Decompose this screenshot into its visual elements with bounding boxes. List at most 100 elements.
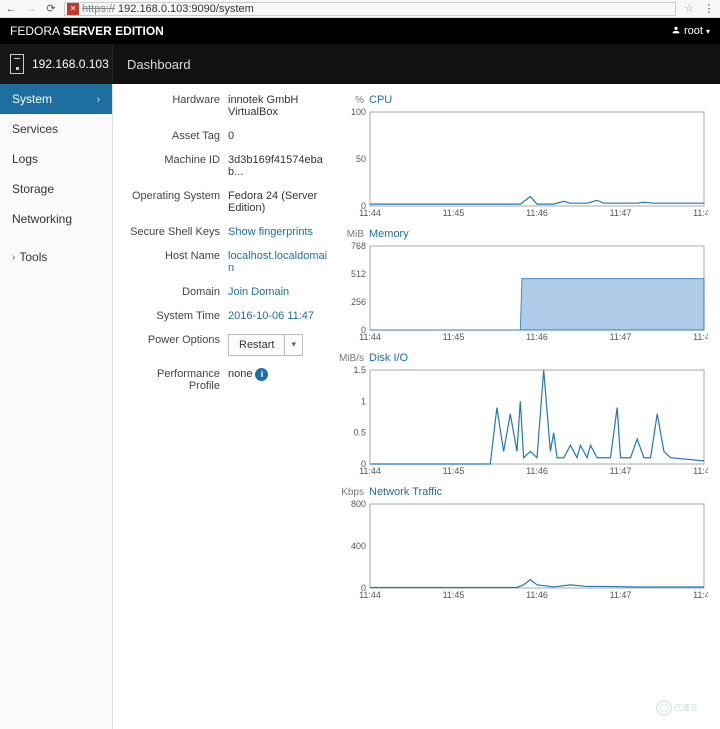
info-value: innotek GmbH VirtualBox: [228, 94, 328, 118]
svg-text:11:46: 11:46: [526, 466, 548, 476]
svg-text:11:45: 11:45: [443, 332, 465, 342]
chart-cpu: %CPU05010011:4411:4511:4611:4711:48: [338, 94, 708, 218]
info-value[interactable]: 2016-10-06 11:47: [228, 310, 328, 322]
chart-unit: MiB: [338, 229, 364, 240]
info-value[interactable]: Show fingerprints: [228, 226, 328, 238]
svg-text:11:47: 11:47: [610, 208, 632, 218]
host-label: 192.168.0.103: [32, 57, 109, 71]
chevron-down-icon[interactable]: ▾: [285, 335, 302, 355]
host-selector[interactable]: 192.168.0.103: [0, 44, 113, 84]
dashboard-tab[interactable]: Dashboard: [113, 44, 191, 84]
server-icon: [10, 54, 24, 74]
svg-text:50: 50: [356, 154, 366, 164]
chart-unit: MiB/s: [338, 353, 364, 364]
sidebar-item-label: Networking: [12, 212, 72, 226]
sidebar-item-networking[interactable]: Networking: [0, 204, 112, 234]
sidebar-item-storage[interactable]: Storage: [0, 174, 112, 204]
svg-text:11:46: 11:46: [526, 208, 548, 218]
info-label: Domain: [123, 286, 228, 298]
info-row: Secure Shell KeysShow fingerprints: [123, 226, 328, 238]
menu-icon[interactable]: ⋮: [702, 2, 716, 16]
svg-text:亿速云: 亿速云: [674, 703, 698, 713]
sidebar-item-label: Services: [12, 122, 58, 136]
svg-text:11:45: 11:45: [443, 590, 465, 600]
info-value[interactable]: localhost.localdomain: [228, 250, 328, 274]
forward-icon[interactable]: →: [24, 2, 38, 16]
svg-text:0.5: 0.5: [353, 428, 366, 438]
svg-text:512: 512: [351, 269, 366, 279]
chart-name[interactable]: Disk I/O: [369, 352, 408, 364]
info-label: Asset Tag: [123, 130, 228, 142]
chevron-down-icon: ▾: [706, 27, 710, 36]
sidebar-item-system[interactable]: System ›: [0, 84, 112, 114]
info-row: Hardwareinnotek GmbH VirtualBox: [123, 94, 328, 118]
sidebar-item-label: Tools: [19, 250, 47, 264]
chart-name[interactable]: Network Traffic: [369, 486, 442, 498]
system-info: Hardwareinnotek GmbH VirtualBoxAsset Tag…: [123, 94, 328, 729]
info-label: Machine ID: [123, 154, 228, 166]
sidebar-item-services[interactable]: Services: [0, 114, 112, 144]
info-row: Machine ID3d3b169f41574ebab...: [123, 154, 328, 178]
info-label: Performance Profile: [123, 368, 228, 392]
svg-text:11:48: 11:48: [693, 466, 708, 476]
svg-text:11:48: 11:48: [693, 208, 708, 218]
info-row: Host Namelocalhost.localdomain: [123, 250, 328, 274]
svg-text:11:47: 11:47: [610, 466, 632, 476]
sidebar-item-logs[interactable]: Logs: [0, 144, 112, 174]
svg-text:768: 768: [351, 242, 366, 251]
svg-text:11:45: 11:45: [443, 466, 465, 476]
info-label: Hardware: [123, 94, 228, 106]
info-label: Operating System: [123, 190, 228, 202]
sidebar-item-label: System: [12, 92, 52, 106]
chart-unit: %: [338, 95, 364, 106]
svg-text:1.5: 1.5: [353, 366, 366, 375]
chart-disk-i-o: MiB/sDisk I/O00.511.511:4411:4511:4611:4…: [338, 352, 708, 476]
top-nav: 192.168.0.103 Dashboard: [0, 44, 720, 84]
url-rest: 192.168.0.103:9090/system: [118, 3, 254, 15]
info-value: 0: [228, 130, 328, 142]
info-row: System Time2016-10-06 11:47: [123, 310, 328, 322]
chart-memory: MiBMemory025651276811:4411:4511:4611:471…: [338, 228, 708, 342]
bookmark-icon[interactable]: ☆: [682, 2, 696, 16]
sidebar-item-label: Logs: [12, 152, 38, 166]
info-label: Host Name: [123, 250, 228, 262]
user-dropdown[interactable]: root ▾: [671, 25, 710, 38]
restart-button[interactable]: Restart▾: [228, 334, 303, 356]
back-icon[interactable]: ←: [4, 2, 18, 16]
svg-text:11:44: 11:44: [359, 590, 381, 600]
info-label: Power Options: [123, 334, 228, 346]
chart-name[interactable]: Memory: [369, 228, 409, 240]
info-value: 3d3b169f41574ebab...: [228, 154, 328, 178]
user-icon: [671, 25, 681, 38]
svg-text:11:45: 11:45: [443, 208, 465, 218]
info-value: Fedora 24 (Server Edition): [228, 190, 328, 214]
svg-text:11:48: 11:48: [693, 332, 708, 342]
charts-column: %CPU05010011:4411:4511:4611:4711:48 MiBM…: [328, 94, 708, 729]
brand-title: FEDORA SERVER EDITION: [10, 24, 164, 38]
svg-text:400: 400: [351, 541, 366, 551]
svg-text:11:46: 11:46: [526, 332, 548, 342]
svg-text:11:44: 11:44: [359, 466, 381, 476]
sidebar-item-tools[interactable]: ›Tools: [0, 242, 112, 272]
url-input[interactable]: ✕ https://192.168.0.103:9090/system: [64, 2, 676, 16]
chart-name[interactable]: CPU: [369, 94, 392, 106]
chevron-right-icon: ›: [97, 94, 100, 105]
sidebar-item-label: Storage: [12, 182, 54, 196]
info-value[interactable]: Join Domain: [228, 286, 328, 298]
info-value: nonei: [228, 368, 328, 381]
reload-icon[interactable]: ⟳: [44, 2, 58, 16]
info-row: Asset Tag0: [123, 130, 328, 142]
chart-network-traffic: KbpsNetwork Traffic040080011:4411:4511:4…: [338, 486, 708, 600]
info-label: Secure Shell Keys: [123, 226, 228, 238]
url-prefix: https://: [82, 3, 115, 15]
svg-text:1: 1: [361, 396, 366, 406]
svg-text:11:44: 11:44: [359, 332, 381, 342]
info-row: Performance Profilenonei: [123, 368, 328, 392]
info-icon[interactable]: i: [255, 368, 268, 381]
info-row: Operating SystemFedora 24 (Server Editio…: [123, 190, 328, 214]
brand-header: FEDORA SERVER EDITION root ▾: [0, 18, 720, 44]
svg-text:11:46: 11:46: [526, 590, 548, 600]
svg-text:11:47: 11:47: [610, 332, 632, 342]
svg-text:11:44: 11:44: [359, 208, 381, 218]
info-label: System Time: [123, 310, 228, 322]
